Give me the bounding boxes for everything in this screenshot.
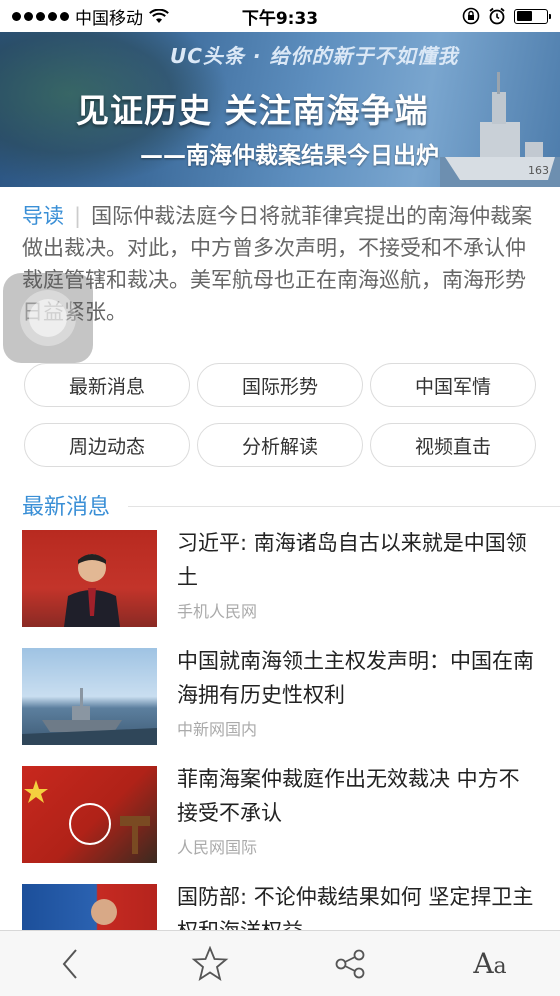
news-list: 习近平: 南海诸岛自古以来就是中国领土 手机人民网 中国就南海领土主权发声明：中… xyxy=(22,530,538,996)
news-item[interactable]: 菲南海案仲裁庭作出无效裁决 中方不接受不承认 人民网国际 xyxy=(22,766,538,884)
status-bar: 中国移动 下午9:33 xyxy=(0,0,560,32)
share-icon xyxy=(335,949,365,978)
news-thumbnail xyxy=(22,648,157,745)
alarm-icon xyxy=(489,7,505,25)
svg-text:163: 163 xyxy=(528,164,549,177)
intro-text: 国际仲裁法庭今日将就菲律宾提出的南海仲裁案做出裁决。对此，中方曾多次声明，不接受… xyxy=(22,204,533,324)
section-title: 最新消息 xyxy=(22,495,111,520)
news-source: 人民网国际 xyxy=(177,838,258,857)
category-analysis[interactable]: 分析解读 xyxy=(197,423,363,467)
assistive-touch-button[interactable] xyxy=(3,273,93,363)
news-headline: 中国就南海领土主权发声明：中国在南海拥有历史性权利 xyxy=(177,649,534,707)
signal-strength-icon xyxy=(12,11,69,21)
category-international[interactable]: 国际形势 xyxy=(197,363,363,407)
category-latest-news[interactable]: 最新消息 xyxy=(24,363,190,407)
category-china-military[interactable]: 中国军情 xyxy=(370,363,536,407)
intro-paragraph: 导读 | 国际仲裁法庭今日将就菲律宾提出的南海仲裁案做出裁决。对此，中方曾多次声明，… xyxy=(22,200,538,328)
category-pills: 最新消息 国际形势 中国军情 周边动态 分析解读 视频直击 xyxy=(24,363,536,467)
news-source: 中新网国内 xyxy=(177,720,258,739)
news-item[interactable]: 中国就南海领土主权发声明：中国在南海拥有历史性权利 中新网国内 xyxy=(22,648,538,766)
category-neighbors[interactable]: 周边动态 xyxy=(24,423,190,467)
warship-image: 163 xyxy=(440,72,560,187)
back-button[interactable] xyxy=(40,939,100,989)
topic-banner: UC头条 · 给你的新于不如懂我 见证历史 关注南海争端 ——南海仲裁案结果今日… xyxy=(0,32,560,187)
back-icon xyxy=(62,948,77,979)
battery-icon xyxy=(514,8,551,24)
news-thumbnail xyxy=(22,766,157,863)
banner-title: 见证历史 关注南海争端 xyxy=(76,91,429,130)
intro-tag: 导读 xyxy=(22,204,64,228)
star-icon xyxy=(191,945,229,981)
wifi-icon xyxy=(149,8,169,23)
carrier-label: 中国移动 xyxy=(75,8,143,29)
section-divider xyxy=(128,506,560,507)
category-video[interactable]: 视频直击 xyxy=(370,423,536,467)
bottom-toolbar: Aa xyxy=(0,930,560,996)
news-thumbnail xyxy=(22,530,157,627)
news-item[interactable]: 习近平: 南海诸岛自古以来就是中国领土 手机人民网 xyxy=(22,530,538,648)
favorite-button[interactable] xyxy=(180,939,240,989)
news-source: 手机人民网 xyxy=(177,602,258,621)
banner-brand-slogan: UC头条 · 给你的新于不如懂我 xyxy=(170,44,459,68)
news-headline: 菲南海案仲裁庭作出无效裁决 中方不接受不承认 xyxy=(177,767,520,825)
font-size-button[interactable]: Aa xyxy=(460,939,520,989)
rotation-lock-icon xyxy=(462,7,480,25)
news-headline: 习近平: 南海诸岛自古以来就是中国领土 xyxy=(177,531,527,589)
banner-subtitle: ——南海仲裁案结果今日出炉 xyxy=(140,143,439,169)
font-size-icon: Aa xyxy=(473,947,507,980)
intro-divider: | xyxy=(74,204,82,228)
share-button[interactable] xyxy=(320,939,380,989)
